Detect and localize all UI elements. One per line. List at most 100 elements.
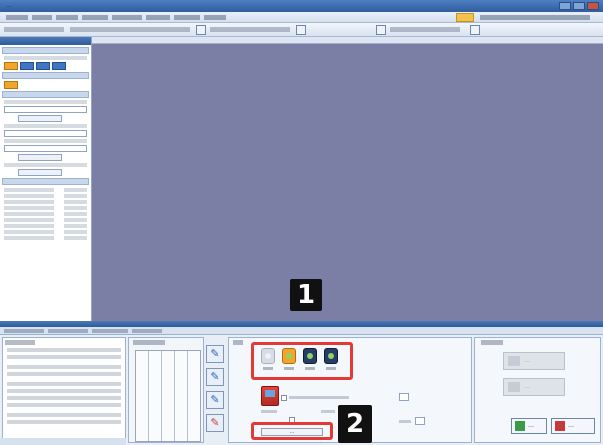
menu-item[interactable] — [146, 15, 170, 20]
menu-item[interactable] — [32, 15, 52, 20]
toolbar-icon[interactable] — [376, 25, 386, 35]
bottom-tab[interactable] — [48, 329, 88, 333]
ok-button[interactable]: … — [511, 418, 547, 434]
description-line — [7, 348, 121, 352]
pencil-icon[interactable]: ✎ — [206, 391, 224, 409]
menu-item[interactable] — [6, 15, 28, 20]
value-input[interactable] — [4, 145, 87, 152]
toolbar-icon[interactable] — [196, 25, 206, 35]
gear-caption — [263, 367, 273, 370]
list-item — [4, 194, 87, 198]
value-input[interactable] — [4, 106, 87, 113]
panel-text — [4, 139, 87, 143]
active-mode-button[interactable] — [456, 13, 474, 22]
right-panel-label — [481, 340, 503, 345]
toolbar-text — [390, 27, 460, 32]
panel-text — [4, 100, 87, 104]
panel-button[interactable] — [18, 169, 62, 176]
maximize-button[interactable] — [573, 2, 585, 10]
slot-column[interactable] — [188, 351, 200, 441]
mode-tab[interactable] — [36, 62, 50, 70]
slots-label — [133, 340, 165, 345]
menu-item[interactable] — [56, 15, 78, 20]
preset-button-disabled: … — [503, 378, 565, 396]
list-item — [4, 218, 87, 222]
menu-item[interactable] — [82, 15, 108, 20]
gear-option-icon[interactable] — [261, 348, 275, 364]
description-line — [7, 382, 121, 386]
apply-button[interactable]: … — [261, 428, 323, 436]
gear-option-icon[interactable] — [324, 348, 338, 364]
window-titlebar: … — [0, 0, 603, 12]
eraser-icon[interactable]: ✎ — [206, 414, 224, 432]
mode-tab[interactable] — [52, 62, 66, 70]
minimize-button[interactable] — [559, 2, 571, 10]
pencil-icon[interactable]: ✎ — [206, 345, 224, 363]
save-disk-icon[interactable] — [261, 386, 279, 406]
close-button[interactable] — [587, 2, 599, 10]
window-controls — [559, 2, 599, 10]
callout-marker-2: 2 — [338, 405, 372, 443]
panel-button[interactable] — [18, 115, 62, 122]
toolbar-text — [210, 27, 290, 32]
list-item — [4, 236, 87, 240]
slot-column[interactable] — [149, 351, 162, 441]
params-label — [233, 340, 243, 345]
list-item — [4, 212, 87, 216]
menu-item[interactable] — [112, 15, 142, 20]
description-line — [7, 413, 121, 417]
panel-section-header[interactable] — [2, 72, 89, 79]
panel-section-header[interactable] — [2, 178, 89, 185]
gear-option-icon[interactable] — [282, 348, 296, 364]
status-bar — [0, 438, 126, 445]
mode-tab[interactable] — [4, 81, 18, 89]
bottom-tab[interactable] — [132, 329, 162, 333]
panel-section-header[interactable] — [2, 47, 89, 54]
callout-marker-1: 1 — [290, 279, 322, 311]
option-value-box[interactable] — [399, 393, 409, 401]
description-line — [7, 365, 121, 369]
gear-caption — [326, 367, 336, 370]
toolbar-icon[interactable] — [470, 25, 480, 35]
description-line — [7, 389, 121, 393]
mode-tab[interactable] — [20, 62, 34, 70]
design-canvas[interactable] — [92, 37, 603, 321]
main-toolbar — [0, 23, 603, 37]
preset-button-disabled: … — [503, 352, 565, 370]
menu-item[interactable] — [174, 15, 200, 20]
bottom-panel: ✎ ✎ ✎ ✎ … … … … … — [0, 335, 603, 445]
toolbar-icon[interactable] — [296, 25, 306, 35]
mode-tabs — [4, 62, 87, 70]
bottom-tab[interactable] — [4, 329, 44, 333]
mode-tab[interactable] — [4, 62, 18, 70]
description-line — [7, 355, 121, 359]
panel-section-header[interactable] — [2, 91, 89, 98]
menu-right-items[interactable] — [480, 15, 590, 20]
bottom-tab-strip — [0, 327, 603, 335]
option-value-box[interactable] — [415, 417, 425, 425]
option-checkbox[interactable] — [281, 395, 287, 401]
description-line — [7, 372, 121, 376]
toolbar-text — [70, 27, 190, 32]
description-line — [7, 420, 121, 424]
edit-tools: ✎ ✎ ✎ ✎ — [206, 345, 224, 435]
bottom-tab[interactable] — [92, 329, 128, 333]
dropdown-select[interactable] — [4, 130, 87, 137]
slot-column[interactable] — [162, 351, 175, 441]
gear-option-icon[interactable] — [303, 348, 317, 364]
list-item — [4, 206, 87, 210]
option-label — [289, 396, 349, 399]
description-box — [2, 337, 126, 443]
description-line — [7, 396, 121, 400]
pencil-icon[interactable]: ✎ — [206, 368, 224, 386]
menu-item[interactable] — [204, 15, 226, 20]
slot-column[interactable] — [136, 351, 149, 441]
toolbar-text — [4, 27, 64, 32]
mode-tabs — [4, 81, 87, 89]
slot-column[interactable] — [175, 351, 188, 441]
cancel-button[interactable]: … — [551, 418, 595, 434]
panel-button[interactable] — [18, 154, 62, 161]
list-item — [4, 230, 87, 234]
slot-selector — [128, 337, 204, 443]
menu-bar — [0, 12, 603, 23]
